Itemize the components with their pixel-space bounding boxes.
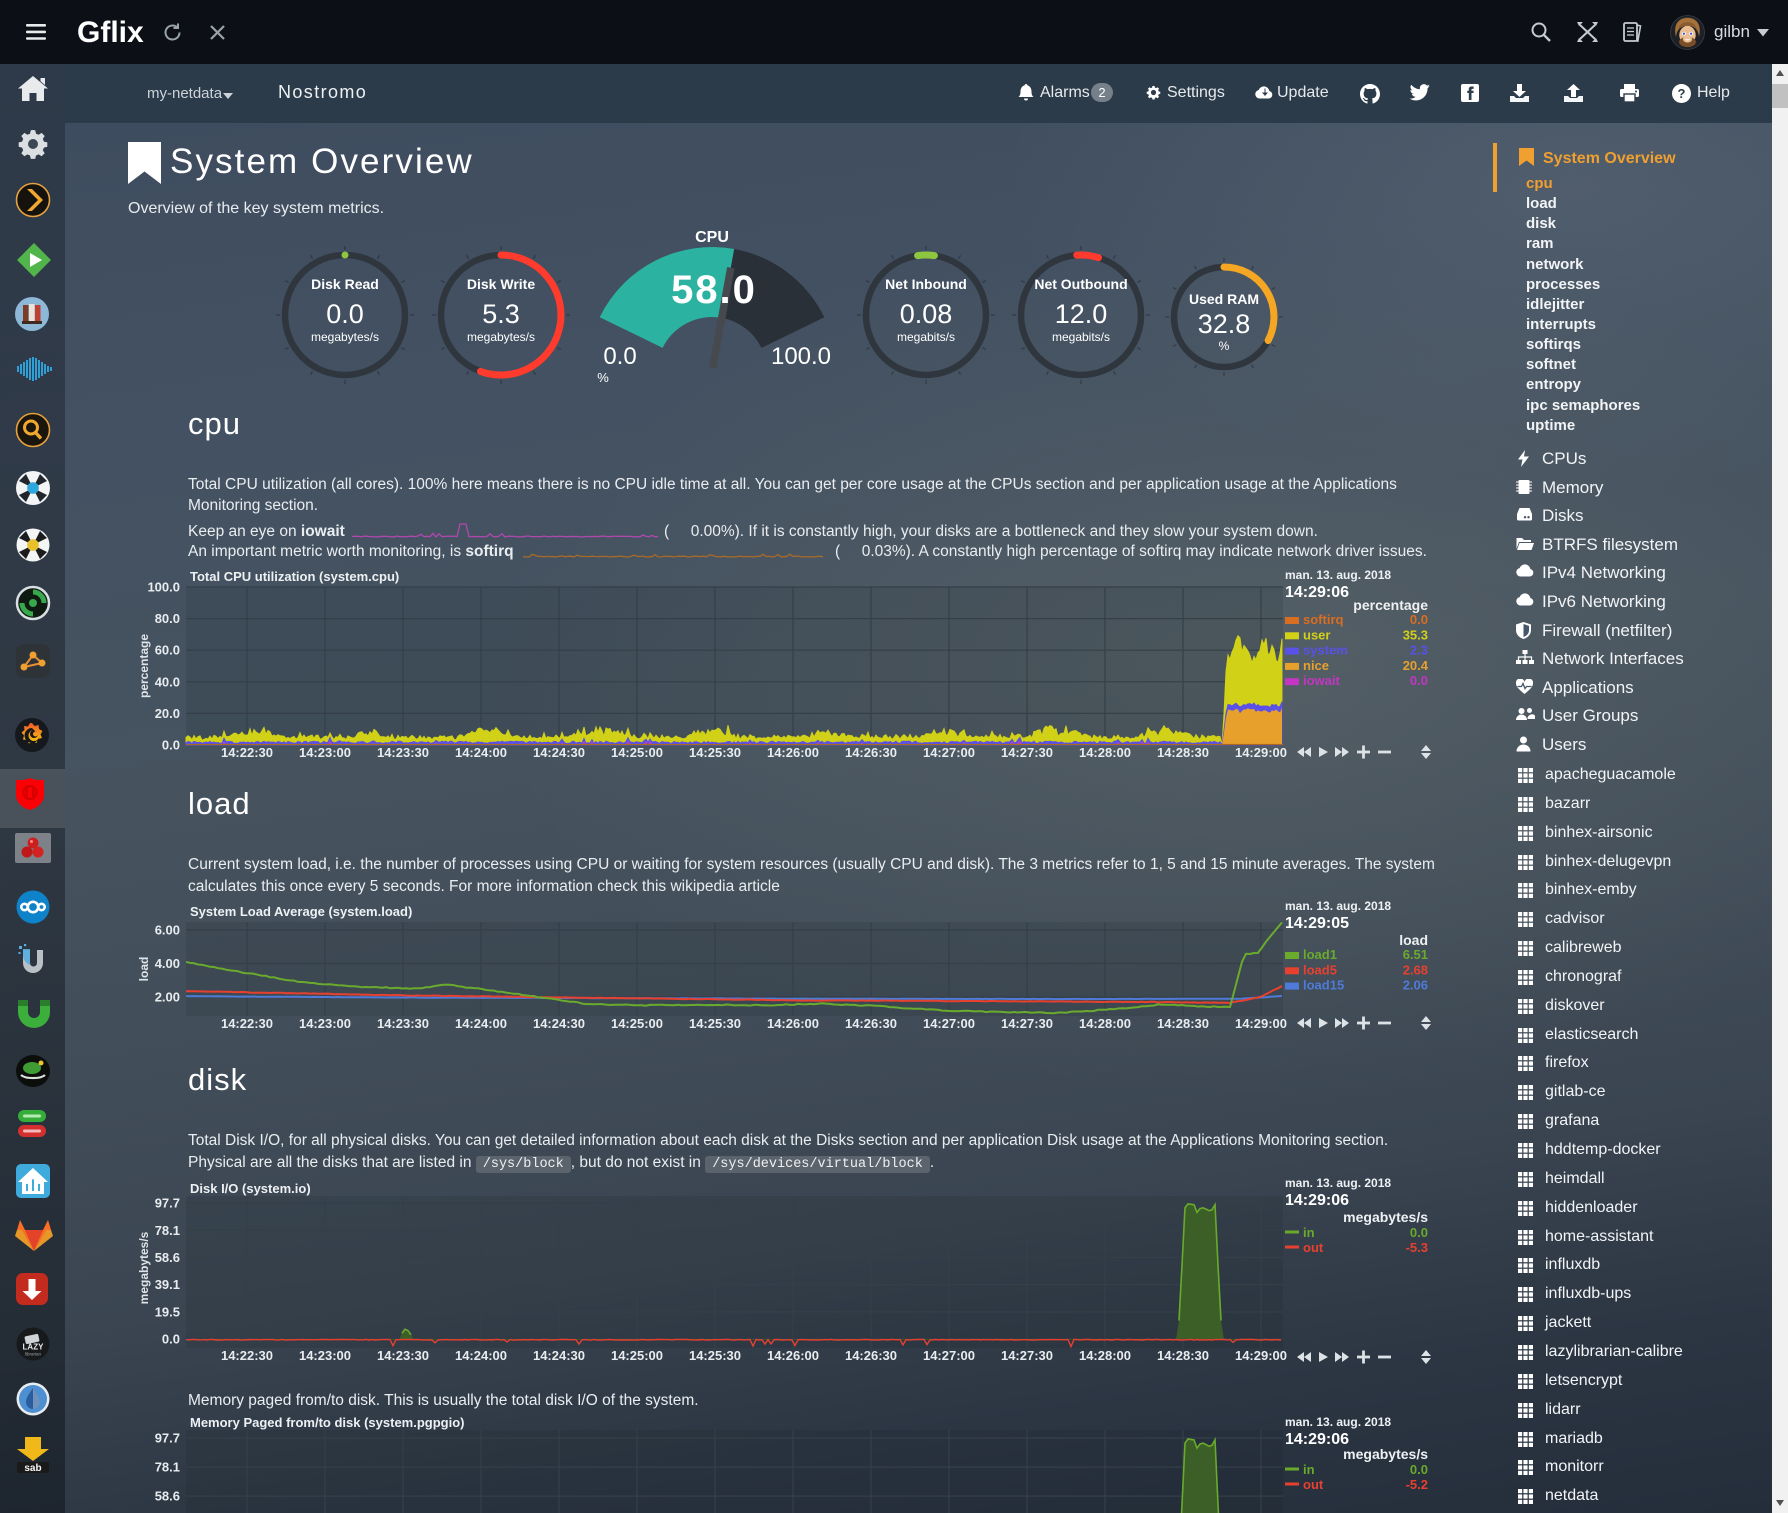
svg-text:man. 13. aug. 2018: man. 13. aug. 2018 bbox=[1285, 1415, 1391, 1429]
svg-text:97.7: 97.7 bbox=[155, 1431, 180, 1446]
svg-text:58.6: 58.6 bbox=[155, 1489, 180, 1504]
svg-text:in: in bbox=[1303, 1462, 1315, 1477]
svg-text:14:29:06: 14:29:06 bbox=[1285, 1431, 1349, 1448]
svg-text:-5.2: -5.2 bbox=[1406, 1477, 1428, 1492]
svg-text:Memory Paged from/to disk (sys: Memory Paged from/to disk (system.pgpgio… bbox=[190, 1415, 465, 1430]
svg-text:megabytes/s: megabytes/s bbox=[1343, 1446, 1428, 1462]
svg-text:78.1: 78.1 bbox=[155, 1460, 180, 1475]
svg-text:out: out bbox=[1303, 1477, 1324, 1492]
svg-text:0.0: 0.0 bbox=[1410, 1462, 1428, 1477]
